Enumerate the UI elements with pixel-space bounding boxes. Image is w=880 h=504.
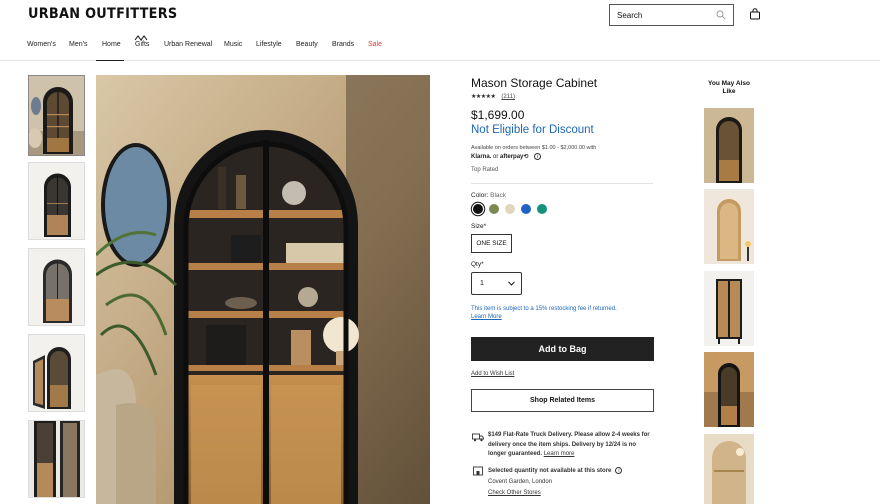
search-input[interactable] (610, 5, 710, 26)
review-count-link[interactable]: (211) (501, 94, 515, 100)
quantity-select[interactable]: 1 (471, 272, 522, 295)
divider (471, 183, 653, 184)
klarna-logo: Klarna. (471, 154, 492, 161)
color-swatch-olive[interactable] (489, 204, 499, 214)
top-rated-badge: Top Rated (471, 167, 499, 173)
main-product-image[interactable] (96, 75, 430, 504)
color-label: Color: Black (471, 192, 506, 199)
shopping-bag-icon[interactable] (749, 8, 761, 20)
product-thumbnail-1[interactable] (28, 75, 85, 156)
restocking-text: This item is subject to a 15% restocking… (471, 306, 617, 312)
learn-more-link[interactable]: Learn More (471, 313, 653, 321)
product-thumbnail-4[interactable] (28, 334, 85, 412)
product-thumbnail-2[interactable] (28, 162, 85, 240)
financing-note: Available on orders between $1.00 - $2,0… (471, 145, 597, 151)
afterpay-logo: afterpay⟲ (500, 154, 529, 161)
color-swatch-black[interactable] (473, 204, 483, 214)
star-rating-icon: ★★★★★ (471, 94, 496, 100)
restocking-note: This item is subject to a 15% restocking… (471, 305, 653, 321)
store-icon (473, 466, 483, 476)
nav-home[interactable]: Home (102, 41, 121, 48)
info-icon[interactable]: i (534, 153, 542, 160)
logo[interactable]: URBAN OUTFITTERS (28, 6, 177, 22)
shop-related-items-button[interactable]: Shop Related Items (471, 389, 654, 412)
store-availability: Selected quantity not available at this … (488, 466, 654, 499)
store-name: Covent Garden, London (488, 479, 553, 485)
size-label: Size* (471, 223, 487, 230)
product-rating[interactable]: ★★★★★ (211) (471, 93, 515, 100)
financing-or: or (493, 154, 499, 161)
quantity-value: 1 (480, 280, 484, 287)
color-swatch-teal[interactable] (537, 204, 547, 214)
search-icon[interactable] (716, 10, 726, 20)
color-value: Black (490, 192, 507, 199)
product-price: $1,699.00 (471, 108, 525, 122)
nav-urban-renewal[interactable]: Urban Renewal (164, 41, 212, 48)
product-thumbnail-5[interactable] (28, 420, 85, 498)
add-to-bag-button[interactable]: Add to Bag (471, 337, 654, 361)
info-icon[interactable]: i (615, 466, 623, 474)
main-nav: Women's Men's Home Gifts Urban Renewal M… (0, 30, 880, 61)
nav-beauty[interactable]: Beauty (296, 41, 318, 48)
nav-music[interactable]: Music (224, 41, 242, 48)
nav-active-indicator (96, 60, 124, 61)
add-to-wishlist-link[interactable]: Add to Wish List (471, 371, 514, 377)
check-other-stores-link[interactable]: Check Other Stores (488, 488, 654, 499)
size-option-button[interactable]: ONE SIZE (471, 234, 512, 253)
nav-mens[interactable]: Men's (69, 41, 87, 48)
nav-gifts[interactable]: Gifts (135, 41, 149, 48)
qty-label: Qty* (471, 261, 484, 268)
search-box[interactable] (609, 4, 734, 26)
nav-lifestyle[interactable]: Lifestyle (256, 41, 282, 48)
product-thumbnail-3[interactable] (28, 248, 85, 326)
header: URBAN OUTFITTERS (0, 0, 880, 30)
truck-icon (472, 433, 484, 442)
shipping-info: $149 Flat-Rate Truck Delivery. Please al… (488, 431, 654, 460)
color-swatch-blue[interactable] (521, 204, 531, 214)
recommendations-title: You May Also Like (708, 80, 750, 95)
discount-note: Not Eligible for Discount (471, 124, 594, 136)
store-status: Selected quantity not available at this … (488, 468, 612, 474)
chevron-down-icon (508, 281, 515, 286)
recommendation-item[interactable] (704, 108, 754, 183)
financing-options: Klarna. or afterpay⟲ i (471, 153, 542, 161)
color-label-text: Color: (471, 192, 489, 199)
nav-brands[interactable]: Brands (332, 41, 354, 48)
nav-womens[interactable]: Women's (27, 41, 56, 48)
color-swatch-natural[interactable] (505, 204, 515, 214)
shipping-learn-more-link[interactable]: Learn more (544, 451, 575, 457)
nav-sale[interactable]: Sale (368, 41, 382, 48)
recommendation-item[interactable] (704, 434, 754, 504)
recommendation-item[interactable] (704, 271, 754, 346)
product-title: Mason Storage Cabinet (471, 76, 598, 90)
recommendation-item[interactable] (704, 352, 754, 427)
recommendation-item[interactable] (704, 189, 754, 264)
